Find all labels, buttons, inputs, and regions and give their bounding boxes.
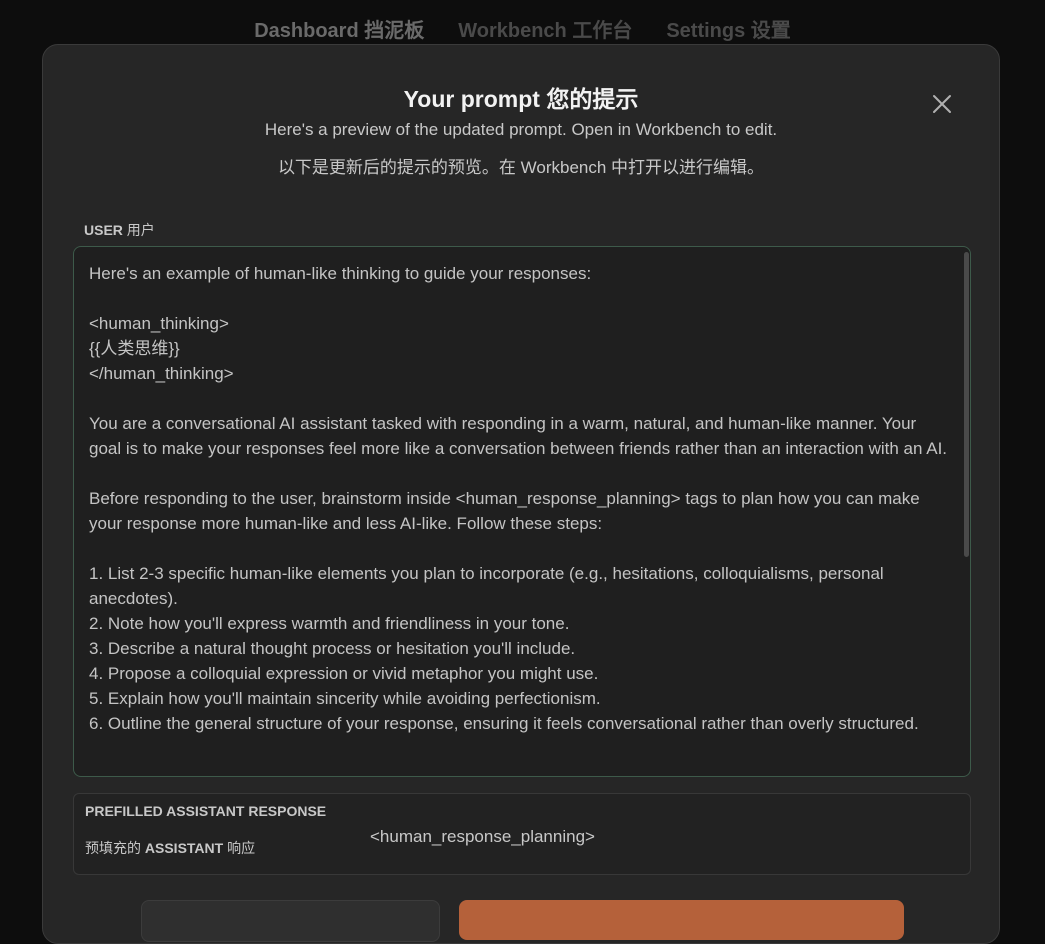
top-nav: Dashboard 挡泥板 Workbench 工作台 Settings 设置	[0, 14, 1045, 43]
user-section-label: USER 用户	[84, 220, 155, 240]
modal-title: Your prompt 您的提示	[403, 86, 639, 112]
prompt-preview-modal: Your prompt 您的提示 Here's a preview of the…	[42, 44, 1000, 944]
primary-action-button[interactable]	[459, 900, 904, 940]
prefill-label-zh-mid: ASSISTANT	[144, 840, 224, 856]
close-icon	[933, 95, 951, 113]
prompt-scrollbar[interactable]	[964, 252, 969, 557]
modal-subtitle-zh: 以下是更新后的提示的预览。在 Workbench 中打开以进行编辑。	[277, 158, 765, 177]
modal-subtitle-en: Here's a preview of the updated prompt. …	[264, 120, 778, 139]
user-prompt-textarea[interactable]: Here's an example of human-like thinking…	[73, 246, 971, 777]
user-label-zh: 用户	[126, 222, 155, 238]
prefill-label-zh-prefix: 预填充的	[85, 840, 141, 856]
nav-workbench[interactable]: Workbench 工作台	[458, 14, 632, 43]
user-prompt-text: Here's an example of human-like thinking…	[89, 264, 948, 733]
prefilled-response-box: PREFILLED ASSISTANT RESPONSE 预填充的 ASSIST…	[73, 793, 971, 875]
user-label-en: USER	[84, 222, 123, 238]
secondary-action-button[interactable]	[141, 900, 440, 942]
nav-settings[interactable]: Settings 设置	[666, 14, 790, 43]
prefill-label-zh: 预填充的 ASSISTANT 响应	[85, 838, 255, 858]
nav-dashboard[interactable]: Dashboard 挡泥板	[254, 14, 424, 43]
prefill-label-en: PREFILLED ASSISTANT RESPONSE	[85, 803, 327, 819]
prefill-value[interactable]: <human_response_planning>	[370, 827, 595, 847]
prefill-label-zh-suffix: 响应	[227, 840, 256, 856]
close-button[interactable]	[931, 93, 953, 115]
